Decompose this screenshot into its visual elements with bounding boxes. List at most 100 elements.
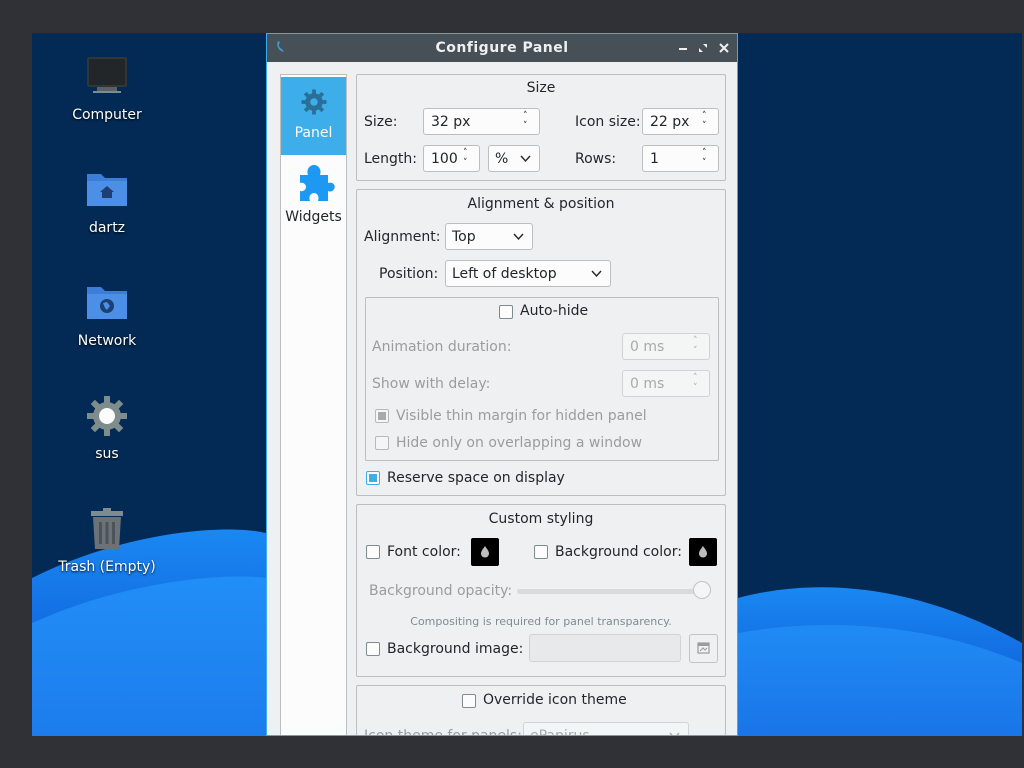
background-image-path-field[interactable] — [529, 634, 681, 662]
sidebar-item-label: Panel — [294, 125, 333, 141]
icon-size-label: Icon size: — [575, 114, 641, 130]
length-label: Length: — [364, 151, 418, 167]
spin-up-icon[interactable]: ˄ — [702, 112, 712, 121]
autohide-checkbox[interactable] — [499, 305, 513, 319]
spin-up-icon[interactable]: ˄ — [463, 149, 473, 158]
home-folder-icon — [83, 166, 131, 214]
maximize-button[interactable] — [695, 40, 711, 56]
icon-theme-group: Override icon theme Icon theme for panel… — [356, 685, 726, 736]
rows-spinbox[interactable]: 1 ˄ ˅ — [642, 145, 719, 172]
chevron-down-icon — [591, 267, 602, 283]
desktop-icon-dartz[interactable]: dartz — [52, 166, 162, 236]
autohide-label: Auto-hide — [520, 303, 589, 319]
color-drop-icon — [481, 546, 489, 558]
size-group: Size Size: 32 px ˄ ˅ Icon size: 22 px ˄ … — [356, 74, 726, 181]
trash-icon — [83, 505, 131, 553]
minimize-button[interactable] — [675, 40, 691, 56]
alignment-group-title: Alignment & position — [467, 196, 615, 212]
icon-theme-label: Icon theme for panels: — [364, 728, 522, 736]
show-delay-spinbox[interactable]: 0 ms ˄ ˅ — [622, 370, 710, 397]
background-color-label: Background color: — [555, 544, 682, 560]
icon-size-spinbox[interactable]: 22 px ˄ ˅ — [642, 108, 719, 135]
configure-panel-window: Configure Panel Panel Widgets Size Size:… — [266, 33, 738, 736]
rows-value: 1 — [650, 151, 659, 167]
desktop-icon-network[interactable]: Network — [52, 279, 162, 349]
spin-down-icon[interactable]: ˅ — [463, 159, 473, 168]
alignment-value: Top — [452, 229, 476, 245]
position-value: Left of desktop — [452, 266, 557, 282]
sidebar-item-widgets[interactable]: Widgets — [281, 159, 346, 231]
custom-styling-group: Custom styling Font color: Background co… — [356, 504, 726, 677]
color-drop-icon — [699, 546, 707, 558]
background-color-checkbox[interactable] — [534, 545, 548, 559]
custom-styling-title: Custom styling — [488, 511, 594, 527]
icon-theme-combo[interactable]: ePapirus — [523, 722, 689, 735]
position-combo[interactable]: Left of desktop — [445, 260, 611, 287]
chevron-down-icon — [513, 230, 524, 246]
show-delay-label: Show with delay: — [372, 376, 491, 392]
spin-up-icon[interactable]: ˄ — [523, 112, 533, 121]
background-image-checkbox[interactable] — [366, 642, 380, 656]
desktop-icon-label: Computer — [72, 107, 142, 123]
sidebar-item-label: Widgets — [285, 209, 342, 225]
background-color-button[interactable] — [689, 538, 717, 566]
rows-label: Rows: — [575, 151, 617, 167]
spin-up-icon[interactable]: ˄ — [693, 337, 703, 346]
thin-margin-label: Visible thin margin for hidden panel — [396, 408, 647, 424]
size-label: Size: — [364, 114, 398, 130]
background-opacity-label: Background opacity: — [369, 583, 513, 599]
animation-duration-label: Animation duration: — [372, 339, 512, 355]
sidebar-item-panel[interactable]: Panel — [281, 77, 346, 155]
window-titlebar[interactable]: Configure Panel — [267, 34, 737, 62]
position-label: Position: — [379, 266, 439, 282]
font-color-button[interactable] — [471, 538, 499, 566]
icon-size-value: 22 px — [650, 114, 690, 130]
override-icon-theme-label: Override icon theme — [483, 692, 627, 708]
font-color-label: Font color: — [387, 544, 461, 560]
image-icon — [697, 642, 710, 654]
compositing-note: Compositing is required for panel transp… — [410, 615, 672, 628]
thin-margin-checkbox[interactable] — [375, 409, 389, 423]
spin-down-icon[interactable]: ˅ — [523, 122, 533, 131]
desktop-icon-label: Network — [77, 333, 137, 349]
opacity-slider-handle[interactable] — [693, 581, 711, 599]
show-delay-value: 0 ms — [630, 376, 665, 392]
alignment-position-group: Alignment & position Alignment: Top Posi… — [356, 189, 726, 496]
length-unit-combo[interactable]: % — [488, 145, 540, 172]
override-icon-theme-checkbox[interactable] — [462, 694, 476, 708]
desktop-icon-computer[interactable]: Computer — [52, 53, 162, 123]
spin-up-icon[interactable]: ˄ — [693, 374, 703, 383]
settings-sidebar: Panel Widgets — [280, 74, 347, 735]
animation-duration-value: 0 ms — [630, 339, 665, 355]
close-button[interactable] — [716, 40, 732, 56]
length-unit-value: % — [495, 151, 509, 167]
spin-down-icon[interactable]: ˅ — [693, 347, 703, 356]
chevron-down-icon — [520, 152, 531, 168]
spin-down-icon[interactable]: ˅ — [702, 122, 712, 131]
spin-down-icon[interactable]: ˅ — [702, 159, 712, 168]
alignment-label: Alignment: — [364, 229, 441, 245]
size-spinbox[interactable]: 32 px ˄ ˅ — [423, 108, 540, 135]
hide-overlap-checkbox[interactable] — [375, 436, 389, 450]
alignment-combo[interactable]: Top — [445, 223, 533, 250]
length-value: 100 — [431, 151, 458, 167]
reserve-space-checkbox[interactable] — [366, 471, 380, 485]
desktop-icon-sus[interactable]: sus — [52, 392, 162, 462]
animation-duration-spinbox[interactable]: 0 ms ˄ ˅ — [622, 333, 710, 360]
spin-up-icon[interactable]: ˄ — [702, 149, 712, 158]
opacity-slider-track[interactable] — [517, 589, 711, 594]
desktop-icon-label: dartz — [88, 220, 126, 236]
desktop-icon-label: Trash (Empty) — [58, 559, 156, 575]
chevron-down-icon — [669, 729, 680, 735]
monitor-icon — [83, 53, 131, 101]
browse-image-button[interactable] — [689, 634, 718, 663]
puzzle-icon — [281, 161, 346, 209]
font-color-checkbox[interactable] — [366, 545, 380, 559]
spin-down-icon[interactable]: ˅ — [693, 384, 703, 393]
window-title: Configure Panel — [435, 40, 569, 56]
desktop-icon-trash[interactable]: Trash (Empty) — [52, 505, 162, 575]
size-value: 32 px — [431, 114, 471, 130]
length-spinbox[interactable]: 100 ˄ ˅ — [423, 145, 480, 172]
gear-icon — [281, 87, 346, 121]
size-group-title: Size — [526, 80, 556, 96]
